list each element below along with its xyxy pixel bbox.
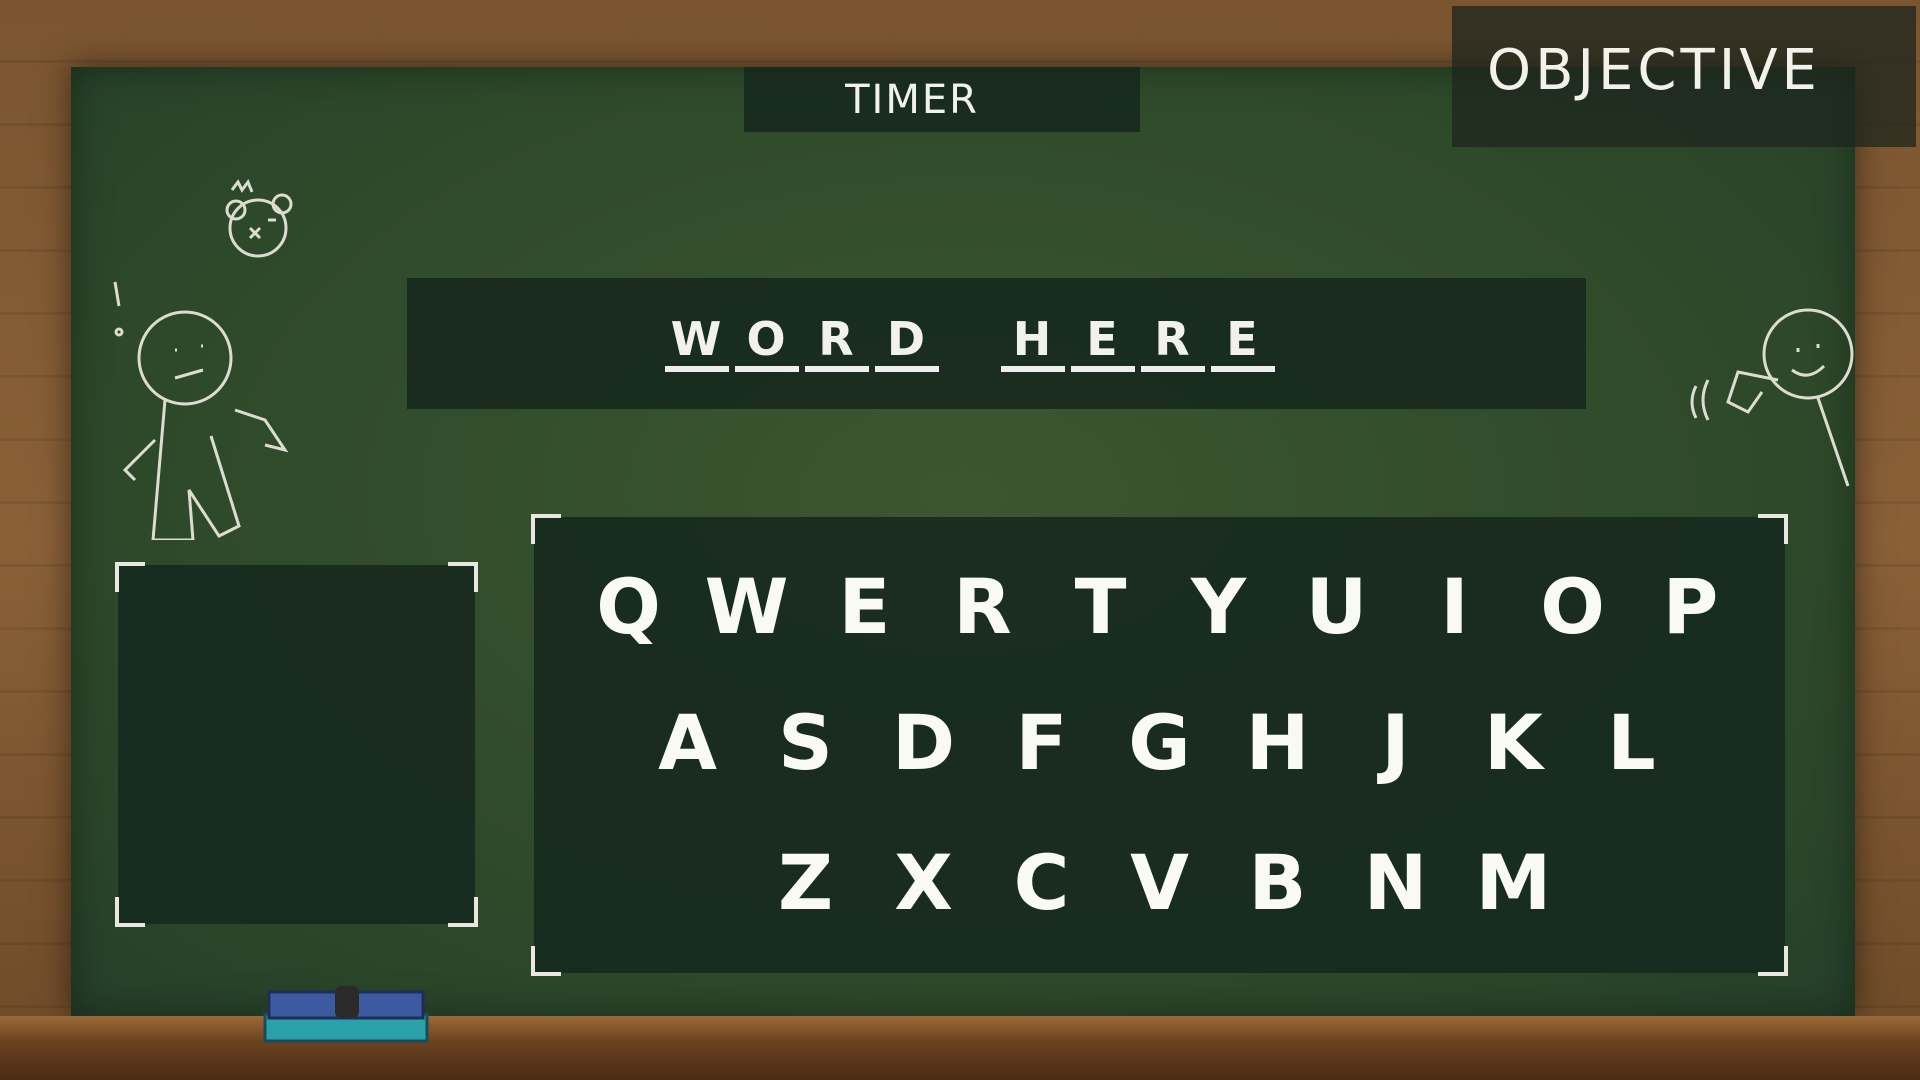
timer-panel: TIMER (744, 67, 1140, 132)
word-letter: D (875, 316, 939, 372)
key-h[interactable]: H (1219, 705, 1337, 781)
key-g[interactable]: G (1101, 705, 1219, 781)
key-t[interactable]: T (1042, 569, 1160, 645)
word-letter: R (805, 316, 869, 372)
waving-stick-figure-icon (1690, 308, 1854, 487)
key-u[interactable]: U (1278, 569, 1396, 645)
timer-label: TIMER (845, 76, 979, 123)
key-k[interactable]: K (1455, 705, 1573, 781)
key-r[interactable]: R (924, 569, 1042, 645)
key-f[interactable]: F (983, 705, 1101, 781)
word-letter: H (1001, 316, 1065, 372)
key-a[interactable]: A (629, 705, 747, 781)
key-c[interactable]: C (983, 845, 1101, 921)
key-q[interactable]: Q (570, 569, 688, 645)
corner-bracket (115, 562, 145, 592)
bear-doodle-icon (225, 178, 293, 258)
key-d[interactable]: D (865, 705, 983, 781)
word-letters: WORD HERE (665, 316, 1281, 372)
key-y[interactable]: Y (1160, 569, 1278, 645)
key-i[interactable]: I (1396, 569, 1514, 645)
key-z[interactable]: Z (747, 845, 865, 921)
keyboard-row-3: ZXCVBNM (534, 845, 1785, 921)
key-n[interactable]: N (1337, 845, 1455, 921)
corner-bracket (1758, 514, 1788, 544)
word-letter: R (1141, 316, 1205, 372)
corner-bracket (531, 514, 561, 544)
keyboard-row-2: ASDFGHJKL (534, 705, 1785, 781)
word-letter: E (1071, 316, 1135, 372)
key-v[interactable]: V (1101, 845, 1219, 921)
key-o[interactable]: O (1514, 569, 1632, 645)
corner-bracket (448, 562, 478, 592)
surprised-stick-figure-icon (113, 281, 289, 540)
key-s[interactable]: S (747, 705, 865, 781)
keyboard-row-1: QWERTYUIOP (534, 569, 1785, 645)
objective-label: OBJECTIVE (1487, 38, 1821, 103)
preview-box (115, 562, 478, 927)
word-display: WORD HERE (407, 278, 1586, 409)
objective-panel: OBJECTIVE (1452, 6, 1916, 147)
key-w[interactable]: W (688, 569, 806, 645)
corner-bracket (1758, 946, 1788, 976)
word-letter: O (735, 316, 799, 372)
word-letter: W (665, 316, 729, 372)
key-x[interactable]: X (865, 845, 983, 921)
corner-bracket (531, 946, 561, 976)
key-e[interactable]: E (806, 569, 924, 645)
key-p[interactable]: P (1632, 569, 1750, 645)
eraser-icon (263, 986, 429, 1043)
key-b[interactable]: B (1219, 845, 1337, 921)
corner-bracket (115, 897, 145, 927)
key-m[interactable]: M (1455, 845, 1573, 921)
corner-bracket (448, 897, 478, 927)
word-letter: E (1211, 316, 1275, 372)
on-screen-keyboard: QWERTYUIOP ASDFGHJKL ZXCVBNM (531, 514, 1788, 976)
word-space (945, 316, 995, 372)
key-j[interactable]: J (1337, 705, 1455, 781)
key-l[interactable]: L (1573, 705, 1691, 781)
